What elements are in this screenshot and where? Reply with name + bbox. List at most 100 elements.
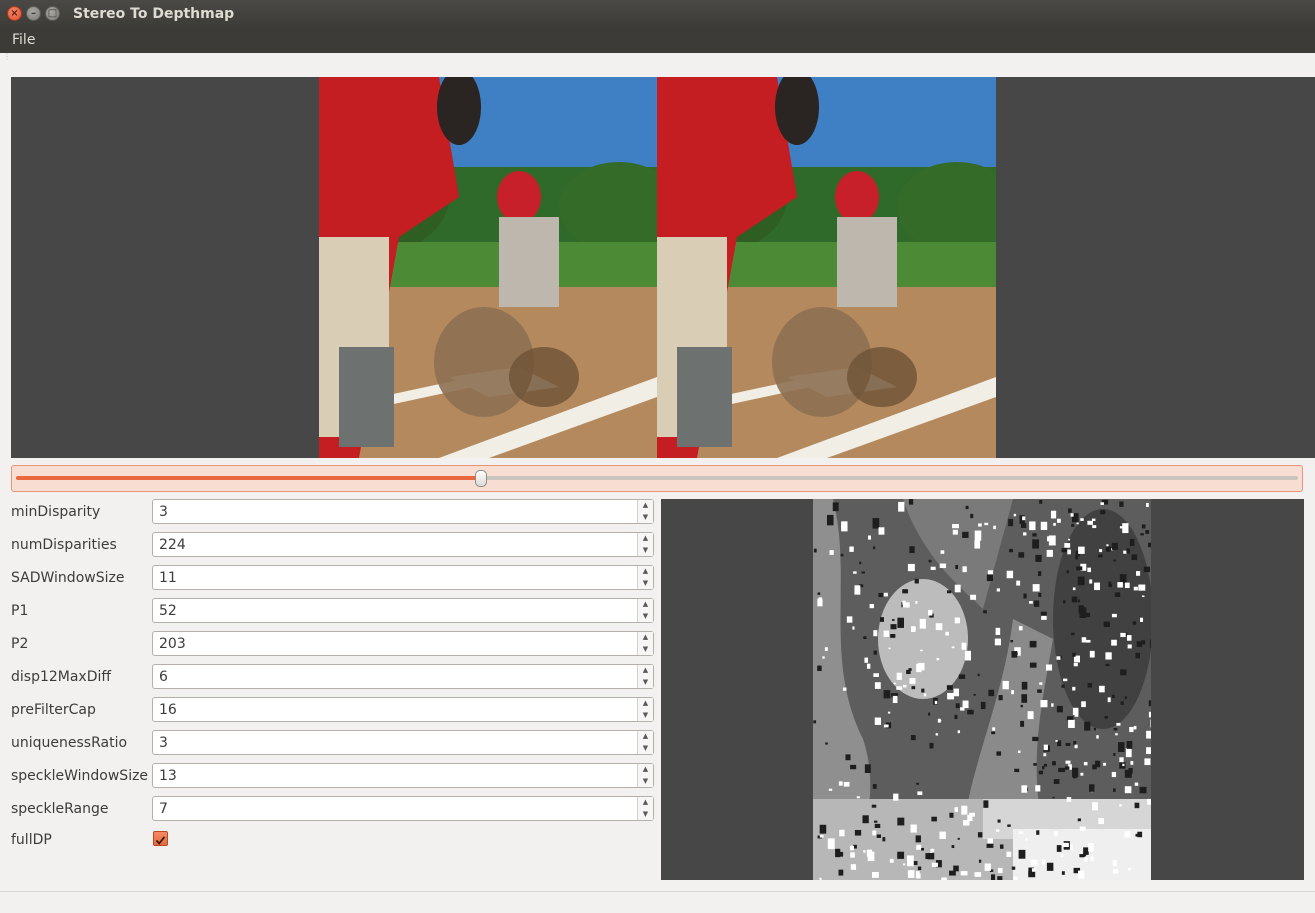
depth-speckle (1046, 862, 1054, 871)
uniquenessRatio-spinbox[interactable]: 3 ▲ ▼ (152, 730, 654, 755)
depth-speckle (872, 518, 880, 529)
depth-speckle (906, 855, 914, 867)
menu-file[interactable]: File (12, 32, 35, 48)
depth-speckle (1053, 779, 1060, 784)
spin-down-icon[interactable]: ▼ (638, 644, 653, 655)
depth-speckle (1023, 532, 1027, 536)
depth-speckle (1103, 621, 1110, 627)
minimize-window-button[interactable]: – (26, 6, 41, 21)
spin-up-icon[interactable]: ▲ (638, 533, 653, 544)
spin-up-icon[interactable]: ▲ (638, 731, 653, 742)
depth-speckle (1008, 518, 1014, 527)
depth-speckle (1126, 548, 1130, 554)
speckleRange-spinbox[interactable]: 7 ▲ ▼ (152, 796, 654, 821)
depth-speckle (993, 525, 996, 530)
param-label: preFilterCap (11, 702, 96, 718)
fullDP-checkbox[interactable] (153, 831, 168, 846)
depth-speckle (835, 848, 841, 858)
spin-up-icon[interactable]: ▲ (638, 599, 653, 610)
numDisparities-spinbox[interactable]: 224 ▲ ▼ (152, 532, 654, 557)
param-row-speckleRange: speckleRange 7 ▲ ▼ (0, 796, 656, 822)
spinbox-value[interactable]: 203 (159, 636, 186, 652)
depth-speckle (907, 563, 915, 572)
spinbox-value[interactable]: 11 (159, 570, 177, 586)
depth-speckle (1033, 600, 1040, 607)
spin-down-icon[interactable]: ▼ (638, 578, 653, 589)
depth-speckle (997, 819, 1001, 823)
spin-up-icon[interactable]: ▲ (638, 500, 653, 511)
depth-speckle (1016, 580, 1021, 586)
spin-up-icon[interactable]: ▲ (638, 797, 653, 808)
spin-up-icon[interactable]: ▲ (638, 566, 653, 577)
depth-speckle (1072, 767, 1079, 778)
P1-spinbox[interactable]: 52 ▲ ▼ (152, 598, 654, 623)
depth-speckle (1011, 690, 1014, 695)
depth-speckle (1061, 684, 1065, 688)
depth-speckle (1146, 747, 1151, 755)
param-label: P2 (11, 636, 29, 652)
spin-down-icon[interactable]: ▼ (638, 677, 653, 688)
depth-speckle (992, 727, 996, 731)
spin-down-icon[interactable]: ▼ (638, 512, 653, 523)
spinbox-value[interactable]: 3 (159, 735, 168, 751)
spinbox-value[interactable]: 6 (159, 669, 168, 685)
depth-speckle (1023, 593, 1027, 599)
depth-speckle (1043, 744, 1048, 751)
close-window-button[interactable]: × (7, 6, 22, 21)
maximize-window-button[interactable]: □ (45, 6, 60, 21)
P2-spinbox[interactable]: 203 ▲ ▼ (152, 631, 654, 656)
depth-speckle (1114, 592, 1121, 597)
spin-down-icon[interactable]: ▼ (638, 809, 653, 820)
spin-up-icon[interactable]: ▲ (638, 698, 653, 709)
depth-speckle (1100, 502, 1105, 505)
depth-speckle (978, 859, 982, 863)
slider-handle[interactable] (475, 470, 488, 487)
depth-speckle (921, 847, 925, 851)
spin-down-icon[interactable]: ▼ (638, 743, 653, 754)
spin-down-icon[interactable]: ▼ (638, 776, 653, 787)
spin-down-icon[interactable]: ▼ (638, 611, 653, 622)
depth-speckle (872, 784, 877, 789)
spinbox-value[interactable]: 3 (159, 504, 168, 520)
depth-speckle (875, 520, 879, 524)
depth-speckle (1027, 711, 1034, 720)
spin-down-icon[interactable]: ▼ (638, 545, 653, 556)
depth-speckle (1093, 727, 1096, 731)
depth-speckle (1042, 766, 1045, 770)
depth-speckle (817, 598, 823, 607)
depth-speckle (1066, 570, 1069, 574)
spinbox-value[interactable]: 224 (159, 537, 186, 553)
depth-speckle (1013, 876, 1018, 880)
spinbox-value[interactable]: 16 (159, 702, 177, 718)
param-label: minDisparity (11, 504, 101, 520)
spin-up-icon[interactable]: ▲ (638, 764, 653, 775)
speckleWindowSize-spinbox[interactable]: 13 ▲ ▼ (152, 763, 654, 788)
spinbox-value[interactable]: 52 (159, 603, 177, 619)
toolbar-grip-icon[interactable]: ⋮ (3, 53, 11, 61)
depth-speckle (813, 548, 817, 553)
spin-down-icon[interactable]: ▼ (638, 710, 653, 721)
depth-speckle (841, 521, 848, 532)
depth-speckle (917, 791, 923, 796)
depth-speckle (1065, 760, 1071, 764)
disp12MaxDiff-spinbox[interactable]: 6 ▲ ▼ (152, 664, 654, 689)
spinbox-value[interactable]: 7 (159, 801, 168, 817)
depth-speckle (902, 589, 908, 594)
spin-up-icon[interactable]: ▲ (638, 632, 653, 643)
depth-speckle (1148, 542, 1151, 548)
spinbox-value[interactable]: 13 (159, 768, 177, 784)
minDisparity-spinbox[interactable]: 3 ▲ ▼ (152, 499, 654, 524)
spin-up-icon[interactable]: ▲ (638, 665, 653, 676)
depth-speckle (1029, 521, 1036, 531)
window-title: Stereo To Depthmap (73, 6, 235, 22)
depth-speckle (983, 610, 987, 614)
param-row-uniquenessRatio: uniquenessRatio 3 ▲ ▼ (0, 730, 656, 756)
frame-slider[interactable] (11, 465, 1303, 492)
param-row-speckleWindowSize: speckleWindowSize 13 ▲ ▼ (0, 763, 656, 789)
depth-speckle (1136, 571, 1141, 576)
depth-speckle (931, 816, 937, 822)
param-label: numDisparities (11, 537, 117, 553)
preFilterCap-spinbox[interactable]: 16 ▲ ▼ (152, 697, 654, 722)
SADWindowSize-spinbox[interactable]: 11 ▲ ▼ (152, 565, 654, 590)
depth-speckle (1014, 768, 1020, 773)
